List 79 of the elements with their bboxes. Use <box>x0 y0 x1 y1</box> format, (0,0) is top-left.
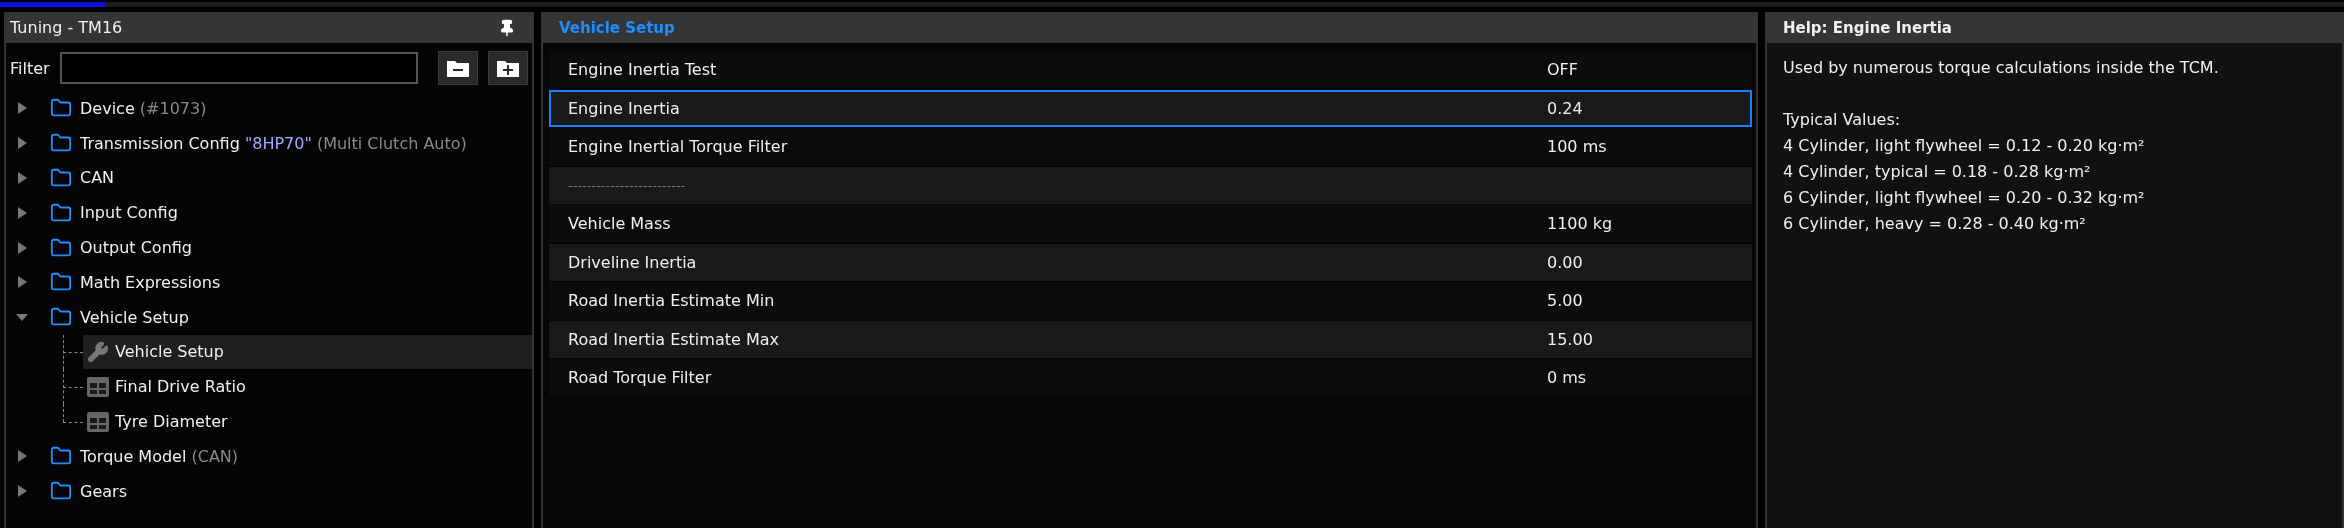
help-text: Typical Values: <box>1783 109 1902 131</box>
tree-item[interactable]: Transmission Config "8HP70" (Multi Clutch Auto) <box>46 125 532 161</box>
setting-row[interactable]: Engine Inertia Test OFF <box>549 51 1752 88</box>
setting-name: Driveline Inertia <box>568 252 698 272</box>
tree-item-label: Final Drive Ratio <box>115 377 246 397</box>
setting-value: 15.00 <box>1547 329 1593 349</box>
tree-item[interactable]: Device (#1073) <box>46 91 532 126</box>
setting-value: OFF <box>1547 60 1578 79</box>
table-icon <box>87 411 109 432</box>
panel-title: Tuning - TM16 <box>10 18 123 37</box>
wrench-icon <box>87 340 109 363</box>
setting-value: 0.00 <box>1547 252 1583 272</box>
tree-item-label: Gears <box>80 481 127 501</box>
expand-caret-icon[interactable] <box>16 101 28 116</box>
panel-title: Vehicle Setup <box>559 18 675 37</box>
pin-icon[interactable] <box>498 18 516 37</box>
folder-icon <box>50 167 72 189</box>
setting-row[interactable]: Vehicle Mass 1100 kg <box>549 205 1752 242</box>
tree-item[interactable]: Tyre Diameter <box>83 404 532 439</box>
expand-caret-icon[interactable] <box>16 171 28 185</box>
tree-item-label: Device (#1073) <box>80 98 207 118</box>
setting-row[interactable]: Road Inertia Estimate Min 5.00 <box>549 282 1752 319</box>
setting-value: 1100 kg <box>1547 214 1613 233</box>
help-text: 4 Cylinder, light flywheel = 0.12 - 0.20 kg·m² <box>1783 135 2146 157</box>
setting-row[interactable]: Driveline Inertia 0.00 <box>549 243 1752 281</box>
setting-name: Road Inertia Estimate Max <box>568 329 780 349</box>
folder-icon <box>50 201 72 224</box>
tree-item-label: CAN <box>80 168 115 188</box>
help-text: Used by numerous torque calculations inside the TCM. <box>1783 57 2220 79</box>
setting-name: Road Torque Filter <box>568 368 713 387</box>
setting-value: 0 ms <box>1547 368 1587 387</box>
tree-item[interactable]: Input Config <box>46 195 532 231</box>
collapse-all-button[interactable] <box>438 51 478 85</box>
setting-name: Engine Inertial Torque Filter <box>568 137 789 156</box>
setting-value: 0.24 <box>1547 98 1583 118</box>
tree-item[interactable]: Gears <box>46 473 532 509</box>
expand-caret-icon[interactable] <box>16 240 28 255</box>
tree-item[interactable]: Final Drive Ratio <box>83 369 532 405</box>
help-text: 6 Cylinder, heavy = 0.28 - 0.40 kg·m² <box>1783 213 2087 235</box>
folder-icon <box>50 236 72 259</box>
tree-item-label: Math Expressions <box>80 272 221 292</box>
setting-value: 100 ms <box>1547 137 1607 156</box>
setting-row[interactable]: Engine Inertia 0.24 <box>549 89 1752 127</box>
tree-item[interactable]: Vehicle Setup <box>46 299 532 335</box>
tree-item[interactable]: Output Config <box>46 230 532 265</box>
expand-caret-icon[interactable] <box>16 484 28 499</box>
help-text: 6 Cylinder, light flywheel = 0.20 - 0.32 kg·m² <box>1783 187 2146 209</box>
setting-name: Engine Inertia Test <box>568 60 718 79</box>
tree-item-label: Vehicle Setup <box>80 307 189 327</box>
tree-item-label: Output Config <box>80 238 192 258</box>
tree-item-label: Input Config <box>80 203 178 223</box>
tree-item-label: Tyre Diameter <box>115 412 228 432</box>
setting-value: 5.00 <box>1547 291 1583 310</box>
tree-item-label: Vehicle Setup <box>115 342 224 362</box>
tree-item[interactable]: Vehicle Setup <box>83 334 532 370</box>
setting-row[interactable]: Road Inertia Estimate Max 15.00 <box>549 320 1752 358</box>
folder-plus-icon <box>496 58 520 78</box>
filter-field[interactable] <box>59 52 418 84</box>
separator-text: ------------------------- <box>568 177 686 193</box>
table-icon <box>87 376 109 397</box>
panel-title: Help: Engine Inertia <box>1783 18 1952 37</box>
expand-caret-icon[interactable] <box>16 136 28 151</box>
filter-label: Filter <box>10 58 50 78</box>
setting-name: Road Inertia Estimate Min <box>568 291 776 310</box>
setting-row[interactable]: Engine Inertial Torque Filter 100 ms <box>549 128 1752 165</box>
setting-name: Engine Inertia <box>568 98 681 118</box>
help-text: 4 Cylinder, typical = 0.18 - 0.28 kg·m² <box>1783 161 2092 183</box>
expand-all-button[interactable] <box>488 51 528 85</box>
expand-caret-icon[interactable] <box>16 275 28 290</box>
expand-caret-icon[interactable] <box>16 205 28 220</box>
folder-minus-icon <box>446 58 470 78</box>
tree-item-label: Transmission Config "8HP70" (Multi Clutch Auto) <box>80 133 467 153</box>
tree-item-label: Torque Model (CAN) <box>80 446 239 466</box>
tree-item[interactable]: Math Expressions <box>46 265 532 300</box>
tree-item[interactable]: CAN <box>46 160 532 196</box>
setting-row[interactable]: Road Torque Filter 0 ms <box>549 359 1752 396</box>
expand-caret-icon[interactable] <box>16 449 28 464</box>
tree-item[interactable]: Torque Model (CAN) <box>46 438 532 474</box>
setting-name: Vehicle Mass <box>568 214 672 233</box>
